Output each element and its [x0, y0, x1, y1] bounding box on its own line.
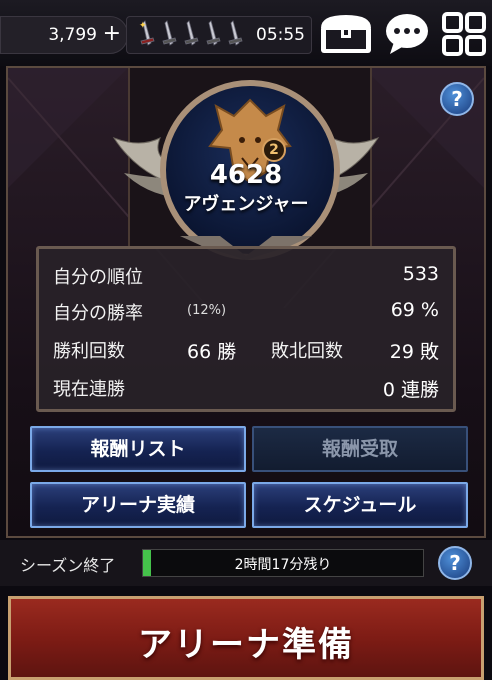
arena-ready-button[interactable]: アリーナ準備 [8, 596, 484, 680]
gem-count: 3,799 [48, 25, 97, 45]
gem-counter[interactable]: 3,799 + [0, 16, 128, 54]
season-end-label: シーズン終了 [20, 556, 116, 575]
arena-record-button[interactable]: アリーナ実績 [30, 482, 246, 528]
rank-title: アヴェンジャー [183, 194, 309, 215]
svg-text:✦: ✦ [139, 21, 147, 31]
help-button-season[interactable]: ? [438, 546, 472, 580]
streak-label: 現在連勝 [53, 379, 125, 400]
wins-label: 勝利回数 [53, 341, 125, 362]
stamina-timer: 05:55 [256, 25, 305, 45]
winrate-label: 自分の勝率 [53, 303, 143, 324]
losses-label: 敗北回数 [271, 341, 343, 362]
arena-ready-label: アリーナ準備 [138, 625, 354, 665]
sword-icon [140, 20, 243, 46]
rank-label: 自分の順位 [53, 267, 143, 288]
winrate-value: 69 % [390, 299, 439, 321]
reward-claim-button[interactable]: 報酬受取 [252, 426, 468, 472]
season-progress: 2時間17分残り [142, 549, 424, 577]
plus-icon[interactable]: + [103, 21, 121, 47]
stamina-bar: ✦ 05:55 [126, 16, 312, 54]
tier-badge: 2 [262, 138, 286, 162]
winrate-sub: (12%) [187, 303, 227, 318]
schedule-button[interactable]: スケジュール [252, 482, 468, 528]
losses-value: 29 敗 [389, 341, 439, 363]
streak-value: 0 連勝 [382, 379, 439, 401]
stamina-swords: ✦ [139, 20, 243, 46]
menu-grid-icon[interactable] [442, 12, 486, 56]
help-button-top[interactable]: ? [440, 82, 474, 116]
rating-value: 4628 [209, 160, 283, 190]
season-remaining: 2時間17分残り [234, 557, 332, 573]
rank-value: 533 [402, 263, 439, 285]
wins-value: 66 勝 [187, 341, 237, 363]
treasure-chest-icon[interactable] [318, 12, 374, 56]
reward-list-button[interactable]: 報酬リスト [30, 426, 246, 472]
top-bar: 3,799 + ✦ 05:55 [0, 0, 492, 66]
chat-icon[interactable] [384, 12, 430, 56]
stats-panel: 自分の順位 533 自分の勝率 (12%) 69 % 勝利回数 66 勝 敗北回… [36, 246, 456, 412]
